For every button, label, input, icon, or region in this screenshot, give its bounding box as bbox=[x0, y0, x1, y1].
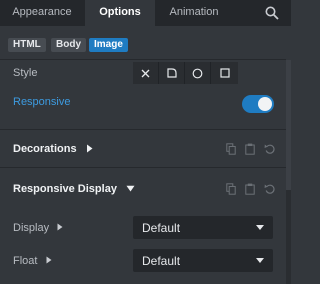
decorations-actions bbox=[226, 143, 275, 155]
divider bbox=[0, 129, 286, 130]
decorations-header[interactable]: Decorations bbox=[13, 143, 93, 155]
chevron-right-icon bbox=[57, 223, 63, 231]
toggle-knob bbox=[258, 97, 272, 111]
chevron-down-icon bbox=[126, 185, 135, 192]
context-image[interactable]: Image bbox=[89, 38, 128, 52]
style-square-button[interactable] bbox=[211, 62, 238, 84]
responsive-label: Responsive bbox=[13, 96, 71, 108]
chevron-right-icon bbox=[46, 256, 52, 264]
style-none-button[interactable] bbox=[133, 62, 159, 84]
reset-icon[interactable] bbox=[264, 183, 275, 195]
scrollbar-thumb[interactable] bbox=[286, 60, 291, 190]
divider bbox=[0, 167, 286, 168]
float-select[interactable]: Default bbox=[133, 249, 273, 272]
float-label[interactable]: Float bbox=[13, 255, 52, 267]
display-select-value: Default bbox=[142, 221, 181, 235]
none-icon bbox=[141, 69, 150, 77]
paste-icon[interactable] bbox=[245, 143, 255, 155]
chevron-down-icon bbox=[256, 225, 264, 230]
responsive-display-actions bbox=[226, 183, 275, 195]
square-icon bbox=[219, 68, 230, 78]
search-icon[interactable] bbox=[265, 6, 279, 20]
display-select[interactable]: Default bbox=[133, 216, 273, 239]
responsive-display-header[interactable]: Responsive Display bbox=[13, 183, 135, 195]
context-body[interactable]: Body bbox=[51, 38, 86, 52]
decorations-title: Decorations bbox=[13, 143, 77, 155]
style-circle-button[interactable] bbox=[185, 62, 211, 84]
float-select-value: Default bbox=[142, 254, 181, 268]
paste-icon[interactable] bbox=[245, 183, 255, 195]
display-label-text: Display bbox=[13, 222, 50, 234]
divider bbox=[0, 59, 286, 60]
rounded-corner-icon bbox=[166, 68, 177, 78]
style-options bbox=[133, 62, 238, 84]
context-html[interactable]: HTML bbox=[8, 38, 46, 52]
tab-bar: Appearance Options Animation bbox=[0, 0, 291, 26]
responsive-toggle[interactable] bbox=[242, 95, 274, 113]
display-label[interactable]: Display bbox=[13, 222, 63, 234]
circle-icon bbox=[192, 68, 203, 78]
reset-icon[interactable] bbox=[264, 143, 275, 155]
chevron-right-icon bbox=[86, 144, 93, 153]
copy-icon[interactable] bbox=[226, 183, 236, 195]
float-label-text: Float bbox=[13, 255, 38, 267]
style-label: Style bbox=[13, 67, 38, 79]
style-rounded-button[interactable] bbox=[159, 62, 185, 84]
responsive-display-title: Responsive Display bbox=[13, 183, 117, 195]
chevron-down-icon bbox=[256, 258, 264, 263]
tab-animation[interactable]: Animation bbox=[156, 0, 232, 26]
copy-icon[interactable] bbox=[226, 143, 236, 155]
tab-appearance[interactable]: Appearance bbox=[0, 0, 84, 26]
tab-options[interactable]: Options bbox=[85, 0, 155, 26]
